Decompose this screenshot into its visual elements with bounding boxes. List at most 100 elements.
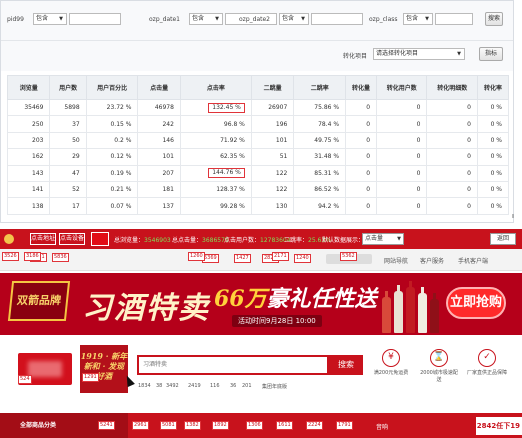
site-nav: 6536 2621 5836 5369 1427 2827 1240 网站导航 … [0, 249, 522, 308]
table-cell: 0 % [476, 131, 510, 150]
view-mode-select[interactable]: 点击量 ▼ [362, 233, 404, 245]
table-cell: 0 [345, 98, 378, 117]
table-cell: 242 [137, 115, 181, 133]
conversion-label: 转化项目 [343, 53, 368, 60]
table-cell: 51 [250, 148, 295, 166]
table-cell: 138 [6, 197, 51, 215]
column-header[interactable]: 二跳量 [250, 75, 295, 100]
promo-corner[interactable]: 2842任下19 [476, 417, 522, 435]
service-fast-delivery[interactable]: ⌛ 2000城市极速配送 [418, 349, 460, 385]
table-cell: 128.37 % [179, 180, 252, 199]
chevron-down-icon: ▼ [397, 236, 401, 242]
table-cell: 0 [426, 131, 478, 150]
column-header[interactable]: 转化用户数 [376, 75, 428, 100]
click-address-button[interactable]: 点击地址 [30, 233, 56, 245]
table-cell: 132.45 % [179, 98, 252, 117]
hot-keyword[interactable]: 116 [210, 383, 220, 389]
heat-tag: 2224 [306, 421, 323, 430]
column-header[interactable]: 转化明细数 [426, 75, 478, 100]
table-cell: 181 [137, 180, 181, 199]
table-cell: 29 [49, 148, 87, 166]
column-header[interactable]: 浏览量 [6, 75, 51, 100]
table-cell: 0 [345, 164, 378, 182]
highlighted-value: 144.76 % [208, 168, 245, 179]
table-cell: 37 [49, 115, 87, 133]
date2-filter-input[interactable] [311, 13, 363, 25]
heat-tag: 1382 [184, 421, 201, 430]
table-cell: 0 [376, 115, 428, 133]
hot-keyword[interactable]: 36 [230, 383, 236, 389]
heat-tag: 5362 [340, 252, 357, 261]
heat-tag: 1611 [276, 421, 293, 430]
column-header[interactable]: 用户数 [49, 75, 87, 100]
bottles-image [380, 279, 446, 333]
class-filter-select[interactable]: 包含 ▼ [403, 13, 433, 25]
table-row: 143 47 0.19 % 207 144.76 % 122 85.31 % 0 0 0 0 % [6, 164, 510, 182]
pid-filter-input[interactable] [69, 13, 121, 25]
table-header-row: 浏览量 用户数 用户百分比 点击量 点击率 二跳量 二跳率 转化量 转化用户数 转化明细数 转化率 [6, 75, 510, 100]
service-free-shipping[interactable]: ¥ 满200元免运费 [370, 349, 412, 385]
heat-tag: 5081 [160, 421, 177, 430]
table-cell: 0.07 % [85, 197, 139, 215]
nav-link-sitemap[interactable]: 网站导航 [384, 256, 408, 265]
heat-tag: 3526 [2, 252, 19, 261]
column-header[interactable]: 二跳率 [293, 75, 347, 100]
hot-keyword[interactable]: 201 [242, 383, 252, 389]
date1-filter-select[interactable]: 包含 ▼ [189, 13, 223, 25]
bottle-icon [382, 291, 391, 333]
hot-keyword[interactable]: 2419 [188, 383, 201, 389]
date2-filter-label: ozp_date2 [239, 16, 270, 23]
pid-filter-select[interactable]: 包含 ▼ [33, 13, 67, 25]
promo-banner[interactable]: 双箭品牌 习酒特卖 66万豪礼任性送 活动时间9月28日 10:00 立即抢购 … [0, 252, 522, 335]
column-header[interactable]: 转化量 [345, 75, 378, 100]
column-header[interactable]: 转化率 [476, 75, 510, 100]
search-submit-button[interactable]: 搜索 [329, 355, 363, 375]
service-genuine[interactable]: ✓ 厂家直供正品保障 [466, 349, 508, 385]
color-swatch[interactable] [91, 232, 109, 246]
category-bar: 全部商品分类 5241 2961 5081 1382 1892 1306 161… [0, 413, 522, 438]
conversion-select[interactable]: 请选择转化项目 ▼ [373, 48, 465, 60]
class-filter-label: ozp_class [369, 16, 398, 23]
hot-keyword[interactable]: 1834 [138, 383, 151, 389]
search-button[interactable]: 搜索 [485, 12, 503, 26]
return-button[interactable]: 返回 [490, 233, 516, 245]
click-device-button[interactable]: 点击设备 [59, 233, 85, 245]
bottle-icon [430, 293, 439, 333]
campaign-logo[interactable]: 1919 · 新年新和 · 发现好酒 [80, 345, 128, 393]
date2-filter-select[interactable]: 包含 ▼ [279, 13, 309, 25]
search-header: 524 1919 · 新年新和 · 发现好酒 1291 习酒特卖 搜索 1834… [0, 335, 522, 413]
hot-keyword[interactable]: 集团年底版 [262, 383, 287, 390]
buy-now-button[interactable]: 立即抢购 [446, 287, 506, 319]
table-cell: 52 [49, 180, 87, 199]
banner-offer: 66万豪礼任性送 活动时间9月28日 10:00 [214, 286, 377, 327]
column-header[interactable]: 点击量 [137, 75, 181, 100]
table-cell: 0.2 % [85, 131, 139, 150]
hot-keyword[interactable]: 3492 [166, 383, 179, 389]
search-input[interactable]: 习酒特卖 [137, 355, 329, 375]
report-panel: pid99 包含 ▼ ozp_date1 包含 ▼ ozp_date2 包含 ▼ oz… [0, 0, 514, 223]
table-cell: 162 [6, 148, 51, 166]
date1-filter-label: ozp_date1 [149, 16, 180, 23]
table-cell: 122 [250, 180, 295, 199]
nav-link-mobile[interactable]: 手机客户端 [458, 256, 488, 265]
hot-keyword[interactable]: 38 [156, 383, 162, 389]
column-header[interactable]: 用户百分比 [85, 75, 139, 100]
nav-link-service[interactable]: 客户服务 [420, 256, 444, 265]
table-cell: 0 % [476, 148, 510, 166]
filter-bar: pid99 包含 ▼ ozp_date1 包含 ▼ ozp_date2 包含 ▼ oz… [1, 1, 513, 41]
table-cell: 0 % [476, 115, 510, 133]
table-cell: 35469 [6, 98, 51, 117]
table-row: 138 17 0.07 % 137 99.28 % 130 94.2 % 0 0 0 0 % [6, 197, 510, 215]
table-row: 162 29 0.12 % 101 62.35 % 51 31.48 % 0 0 0 0 % [6, 148, 510, 166]
class-filter-input[interactable] [435, 13, 473, 25]
table-cell: 31.48 % [293, 148, 347, 166]
table-cell: 0 [376, 148, 428, 166]
category-item[interactable]: 音响 [376, 422, 388, 431]
table-cell: 0 [426, 98, 478, 117]
column-header[interactable]: 点击率 [179, 75, 252, 100]
heat-tag: 5241 [98, 421, 115, 430]
table-cell: 0 % [476, 180, 510, 199]
table-cell: 0 [345, 115, 378, 133]
table-cell: 0.19 % [85, 164, 139, 182]
metric-button[interactable]: 指标 [479, 47, 503, 61]
